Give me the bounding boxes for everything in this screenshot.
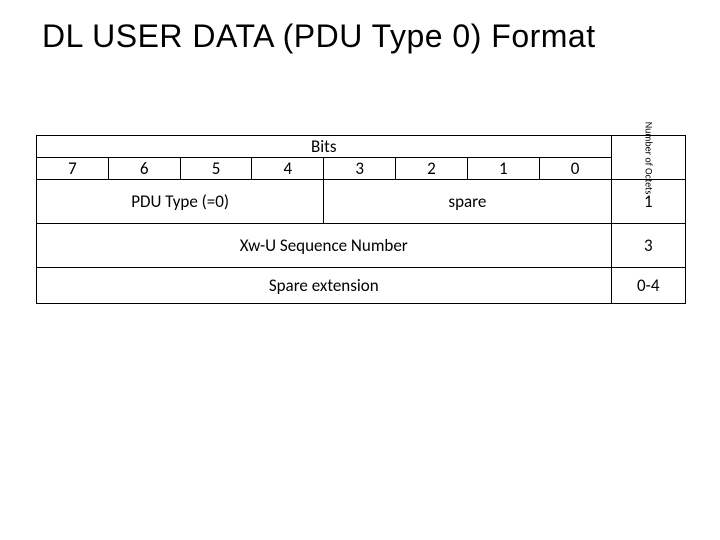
- octets-value: 0-4: [611, 268, 686, 304]
- table-row: Xw-U Sequence Number 3: [37, 224, 686, 268]
- field-spare: spare: [324, 180, 611, 224]
- bit-col-2: 2: [396, 158, 468, 180]
- bit-col-1: 1: [467, 158, 539, 180]
- table-row: PDU Type (=0) spare 1: [37, 180, 686, 224]
- octets-value: 3: [611, 224, 686, 268]
- bits-label-cell: Bits: [37, 136, 612, 158]
- bit-col-7: 7: [37, 158, 109, 180]
- bit-col-0: 0: [539, 158, 611, 180]
- octets-header-label: Number of Octets: [643, 121, 653, 194]
- field-pdu-type: PDU Type (=0): [37, 180, 324, 224]
- octets-header-cell: Number of Octets: [611, 136, 686, 180]
- field-sequence-number: Xw-U Sequence Number: [37, 224, 612, 268]
- pdu-format-table: Bits Number of Octets 7 6 5 4 3 2 1 0 PD…: [36, 135, 686, 304]
- bit-col-3: 3: [324, 158, 396, 180]
- bit-number-row: 7 6 5 4 3 2 1 0: [37, 158, 686, 180]
- slide: DL USER DATA (PDU Type 0) Format Bits Nu…: [0, 0, 720, 540]
- table-row: Spare extension 0-4: [37, 268, 686, 304]
- bit-col-6: 6: [108, 158, 180, 180]
- bit-col-5: 5: [180, 158, 252, 180]
- page-title: DL USER DATA (PDU Type 0) Format: [42, 18, 690, 55]
- bit-col-4: 4: [252, 158, 324, 180]
- field-spare-extension: Spare extension: [37, 268, 612, 304]
- bits-header-row: Bits Number of Octets: [37, 136, 686, 158]
- bits-label: Bits: [311, 136, 337, 157]
